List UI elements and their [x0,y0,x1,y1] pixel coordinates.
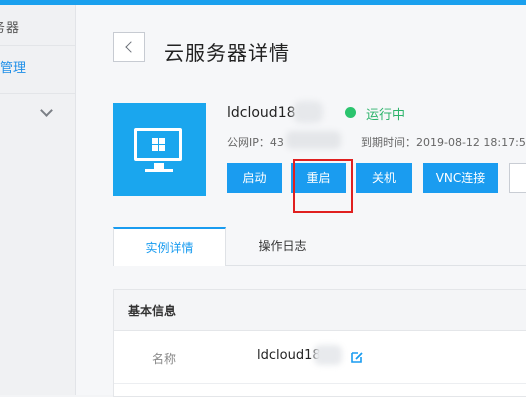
monitor-base [145,169,173,172]
redacted-name-value [314,345,342,365]
monitor-icon [134,128,182,161]
edit-icon[interactable] [350,350,364,364]
basic-info-header: 基本信息 [114,290,526,331]
more-button[interactable] [509,163,526,193]
status-dot-icon [345,107,356,118]
sidebar-header-label: 务器 [0,21,21,36]
name-label: 名称 [152,352,177,366]
public-ip: 公网IP：43 [227,136,284,149]
main-content: 云服务器详情 ldcloud18 运行中 公网IP：43 到期时间：2019-0… [76,5,526,397]
basic-info-title: 基本信息 [128,304,177,318]
windows-logo-icon [152,138,165,151]
shutdown-button[interactable]: 关机 [356,163,412,193]
sidebar-collapse-row[interactable] [0,93,75,134]
instance-name: ldcloud18 [227,105,296,121]
sidebar-item-manage[interactable]: 管理 [0,57,26,76]
tab-bar: 实例详情 操作日志 [113,227,526,266]
name-value: ldcloud18 [257,348,321,363]
sidebar: 务器 管理 [0,5,76,395]
chevron-left-icon [125,41,137,53]
redacted-ip [286,131,341,149]
expire-time: 到期时间：2019-08-12 18:17:5 [361,136,526,149]
restart-highlight-box [293,159,353,213]
instance-thumbnail [113,103,206,196]
back-button[interactable] [113,32,145,62]
tab-instance-details[interactable]: 实例详情 [113,227,226,266]
chevron-down-icon[interactable] [40,104,53,117]
sidebar-header: 务器 [0,5,75,46]
vnc-connect-button[interactable]: VNC连接 [423,163,498,193]
tab-operation-log[interactable]: 操作日志 [226,227,339,265]
status-badge: 运行中 [366,108,406,123]
redacted-name-suffix [293,101,323,123]
basic-info-card: 基本信息 名称 ldcloud18 [113,289,526,397]
page-title: 云服务器详情 [164,41,290,65]
start-button[interactable]: 启动 [227,163,282,193]
row-divider [114,383,526,384]
